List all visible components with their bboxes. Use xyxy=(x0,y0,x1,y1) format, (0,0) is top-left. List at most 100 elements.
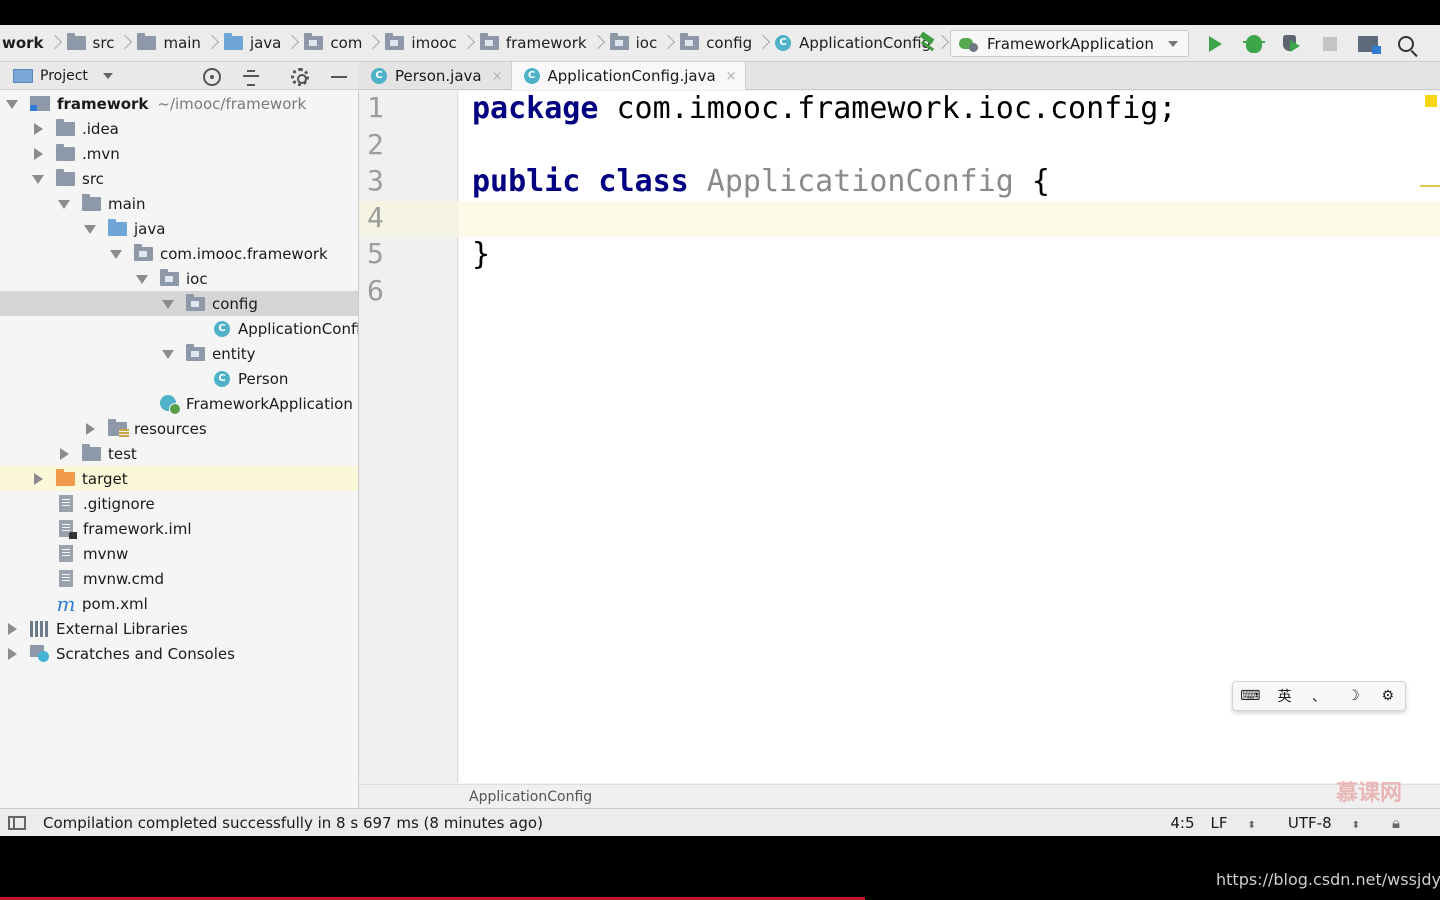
tree-item-label: framework xyxy=(57,94,149,113)
breadcrumb-main[interactable]: main xyxy=(134,25,220,61)
tree-item-scratches[interactable]: Scratches and Consoles xyxy=(0,641,358,666)
project-structure-button[interactable] xyxy=(1349,25,1387,61)
tree-item-com-imooc-framework[interactable]: com.imooc.framework xyxy=(0,241,358,266)
expand-arrow-icon[interactable] xyxy=(4,96,20,112)
tree-item-frameworkapplication[interactable]: FrameworkApplication xyxy=(0,391,358,416)
tree-item-label: .gitignore xyxy=(83,494,155,513)
chevron-down-icon[interactable] xyxy=(102,72,113,79)
expand-arrow-icon[interactable] xyxy=(134,271,150,287)
breadcrumb-config[interactable]: config xyxy=(677,25,772,61)
tree-item-test[interactable]: test xyxy=(0,441,358,466)
editor-breadcrumb[interactable]: ApplicationConfig xyxy=(359,784,1440,808)
run-with-coverage-button[interactable] xyxy=(1273,25,1311,61)
encoding-widget[interactable]: UTF-8 ⬍ xyxy=(1288,814,1376,832)
code-line-1: package com.imooc.framework.ioc.config; xyxy=(472,91,1176,126)
tree-item-ioc[interactable]: ioc xyxy=(0,266,358,291)
gear-icon[interactable]: ⚙ xyxy=(1376,688,1400,704)
tree-item-pom-xml[interactable]: m pom.xml xyxy=(0,591,358,616)
close-icon[interactable]: × xyxy=(726,69,737,84)
chevron-right-icon xyxy=(207,32,217,54)
project-view-select[interactable]: Project xyxy=(40,68,88,84)
collapse-all-icon[interactable] xyxy=(242,68,260,86)
line-number-gutter[interactable]: 1 2 3 4 5 6 xyxy=(359,91,458,783)
tree-item-mvnw[interactable]: mvnw xyxy=(0,541,358,566)
tree-item-external-libraries[interactable]: External Libraries xyxy=(0,616,358,641)
close-icon[interactable]: × xyxy=(492,69,503,84)
package-icon xyxy=(609,33,629,50)
tab-person-java[interactable]: C Person.java × xyxy=(359,62,512,90)
search-everywhere-button[interactable] xyxy=(1387,25,1425,61)
watermark-logo: 慕课网 xyxy=(1336,781,1403,806)
lock-icon[interactable]: 🔒︎ xyxy=(1392,814,1400,832)
folder-icon xyxy=(82,193,101,211)
tree-item-java[interactable]: java xyxy=(0,216,358,241)
tree-item-applicationconfig[interactable]: C ApplicationConfig xyxy=(0,316,358,341)
expand-arrow-icon[interactable] xyxy=(56,196,72,212)
locate-icon[interactable] xyxy=(203,68,221,86)
run-configuration-select[interactable]: FrameworkApplication xyxy=(950,30,1189,57)
package-icon xyxy=(160,268,179,286)
debug-button[interactable] xyxy=(1235,25,1273,61)
breadcrumb-framework[interactable]: framework xyxy=(477,25,607,61)
line-separator-label: LF xyxy=(1210,814,1228,832)
expand-arrow-icon[interactable] xyxy=(30,171,46,187)
expand-arrow-icon[interactable] xyxy=(30,121,46,137)
expand-arrow-icon[interactable] xyxy=(108,246,124,262)
line-separator-widget[interactable]: LF ⬍ xyxy=(1211,814,1272,832)
tree-item-label: config xyxy=(212,294,258,313)
stop-button[interactable] xyxy=(1311,25,1349,61)
tree-item-entity[interactable]: entity xyxy=(0,341,358,366)
expand-arrow-icon[interactable] xyxy=(30,146,46,162)
source-folder-icon xyxy=(223,33,243,50)
build-button[interactable] xyxy=(908,25,946,61)
expand-arrow-icon[interactable] xyxy=(30,471,46,487)
tree-item-gitignore[interactable]: .gitignore xyxy=(0,491,358,516)
expand-arrow-icon[interactable] xyxy=(160,296,176,312)
hide-panel-icon[interactable] xyxy=(330,68,348,86)
ime-punctuation-toggle[interactable]: 、 xyxy=(1307,686,1331,706)
expand-arrow-icon[interactable] xyxy=(82,221,98,237)
tree-item-person[interactable]: C Person xyxy=(0,366,358,391)
tree-item-src[interactable]: src xyxy=(0,166,358,191)
tree-item-framework[interactable]: framework ~/imooc/framework xyxy=(0,91,358,116)
stop-icon xyxy=(1322,36,1337,51)
ime-language-toggle[interactable]: 英 xyxy=(1273,686,1297,706)
folder-icon xyxy=(56,143,75,161)
tree-item-config[interactable]: config xyxy=(0,291,358,316)
breadcrumb-com[interactable]: com xyxy=(301,25,382,61)
tree-item-resources[interactable]: resources xyxy=(0,416,358,441)
breadcrumb-label: framework xyxy=(505,34,587,52)
expand-arrow-icon[interactable] xyxy=(82,421,98,437)
expand-arrow-icon[interactable] xyxy=(4,621,20,637)
caret-position[interactable]: 4:5 xyxy=(1170,814,1194,832)
editor-tabs: C Person.java × C ApplicationConfig.java… xyxy=(359,62,1440,90)
breadcrumb-ioc[interactable]: ioc xyxy=(607,25,678,61)
chevron-right-icon xyxy=(463,32,473,54)
breadcrumb-work[interactable]: work xyxy=(0,25,64,61)
breadcrumb-imooc[interactable]: imooc xyxy=(382,25,476,61)
status-message[interactable]: Compilation completed successfully in 8 … xyxy=(43,814,543,832)
breadcrumb-java[interactable]: java xyxy=(221,25,301,61)
tree-item-target[interactable]: target xyxy=(0,466,358,491)
tree-item-framework-iml[interactable]: framework.iml xyxy=(0,516,358,541)
gear-icon[interactable] xyxy=(291,68,309,86)
tree-item-main[interactable]: main xyxy=(0,191,358,216)
expand-arrow-icon[interactable] xyxy=(160,346,176,362)
code-line-5: } xyxy=(472,237,491,272)
keyboard-icon[interactable]: ⌨ xyxy=(1238,688,1262,704)
tool-windows-icon[interactable] xyxy=(8,815,26,830)
code-editor[interactable]: package com.imooc.framework.ioc.config; … xyxy=(459,91,1440,783)
inspection-status-icon[interactable] xyxy=(1425,95,1437,107)
breadcrumb-src[interactable]: src xyxy=(64,25,135,61)
tree-item-label: src xyxy=(82,169,104,188)
breadcrumb-label: java xyxy=(249,34,282,52)
tree-item-mvn[interactable]: .mvn xyxy=(0,141,358,166)
moon-icon[interactable]: ☽ xyxy=(1341,688,1365,704)
error-stripe-mark[interactable] xyxy=(1420,185,1440,187)
expand-arrow-icon[interactable] xyxy=(4,646,20,662)
tab-applicationconfig-java[interactable]: C ApplicationConfig.java × xyxy=(511,62,746,90)
expand-arrow-icon[interactable] xyxy=(56,446,72,462)
tree-item-idea[interactable]: .idea xyxy=(0,116,358,141)
run-button[interactable] xyxy=(1197,25,1235,61)
tree-item-mvnw-cmd[interactable]: mvnw.cmd xyxy=(0,566,358,591)
